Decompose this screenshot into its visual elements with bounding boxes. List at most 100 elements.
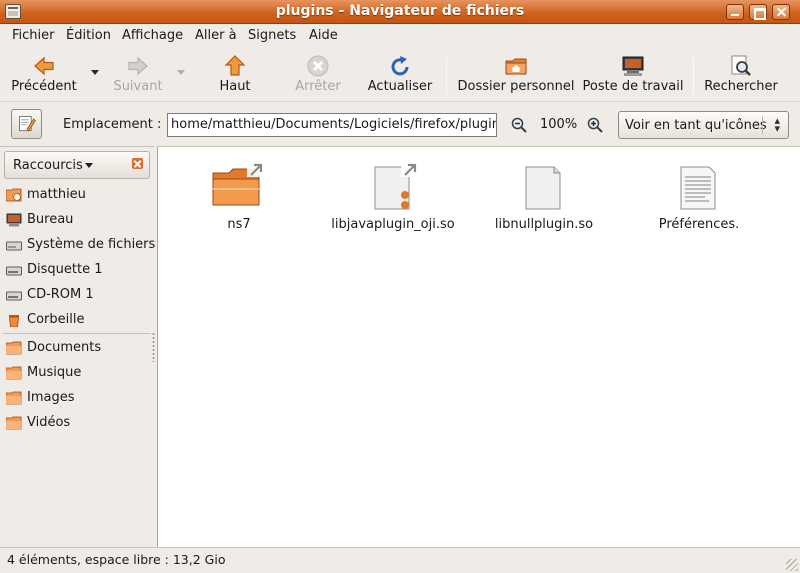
- zoom-out-icon[interactable]: [511, 117, 527, 133]
- sidebar-bookmark-images[interactable]: Images: [0, 386, 154, 410]
- search-button[interactable]: Rechercher: [703, 48, 779, 102]
- file-name: Préférences.: [658, 217, 740, 232]
- file-name: ns7: [227, 217, 251, 232]
- trash-icon: [9, 315, 19, 327]
- zoom-in-icon[interactable]: [587, 117, 603, 133]
- location-label: Emplacement :: [63, 117, 162, 132]
- file-name: libnullplugin.so: [494, 217, 594, 232]
- menu-signets[interactable]: Signets: [248, 28, 296, 43]
- reload-button[interactable]: Actualiser: [362, 48, 438, 102]
- sidebar-item-cdrom[interactable]: CD-ROM 1: [0, 283, 154, 307]
- forward-arrow-icon: [128, 56, 148, 76]
- folder-icon: [6, 341, 22, 355]
- menu-aide[interactable]: Aide: [309, 28, 338, 43]
- location-edit-toggle-button[interactable]: [11, 109, 42, 139]
- places-list: matthieu Bureau Système de fichiers Disq…: [0, 183, 156, 543]
- file-item-libnullplugin[interactable]: libnullplugin.so: [469, 151, 619, 241]
- title-bar[interactable]: plugins - Navigateur de fichiers: [0, 0, 800, 24]
- note-pencil-icon: [19, 116, 36, 132]
- forward-button[interactable]: Suivant: [103, 48, 173, 102]
- home-folder-label: Dossier personnel: [457, 79, 575, 94]
- file-icon-view[interactable]: ns7 libjavaplugin_oji.so libnullplugin.s…: [157, 146, 800, 547]
- sidebar-item-label: Bureau: [27, 212, 74, 227]
- close-window-button[interactable]: [772, 4, 790, 20]
- hard-drive-icon: [6, 241, 22, 251]
- sidebar-bookmark-videos[interactable]: Vidéos: [0, 411, 154, 435]
- stop-icon: [307, 55, 329, 77]
- zoom-level[interactable]: 100%: [540, 117, 577, 132]
- sidebar-bookmark-documents[interactable]: Documents: [0, 336, 154, 360]
- sidebar-item-label: matthieu: [27, 187, 86, 202]
- reload-label: Actualiser: [367, 79, 433, 94]
- sidebar-item-label: Musique: [27, 365, 82, 380]
- up-label: Haut: [219, 79, 251, 94]
- menu-bar: Fichier Édition Affichage Aller à Signet…: [0, 24, 800, 48]
- sidebar-item-trash[interactable]: Corbeille: [0, 308, 154, 332]
- sidebar-item-home[interactable]: matthieu: [0, 183, 154, 207]
- sidebar-item-label: Images: [27, 390, 75, 405]
- side-pane-selector[interactable]: Raccourcis: [4, 151, 150, 179]
- stop-button[interactable]: Arrêter: [288, 48, 348, 102]
- pane-resize-handle[interactable]: [152, 332, 155, 362]
- computer-button[interactable]: Poste de travail: [581, 48, 685, 102]
- folder-icon: [6, 391, 22, 405]
- location-input[interactable]: home/matthieu/Documents/Logiciels/firefo…: [167, 113, 497, 137]
- file-name: libjavaplugin_oji.so: [331, 217, 455, 232]
- select-divider: [762, 116, 763, 134]
- toolbar-separator: [446, 58, 447, 94]
- home-folder-icon: [505, 58, 527, 75]
- window-title: plugins - Navigateur de fichiers: [275, 3, 525, 19]
- maximize-button[interactable]: [749, 4, 767, 20]
- sidebar-item-label: CD-ROM 1: [27, 287, 94, 302]
- sidebar-divider: [3, 333, 151, 334]
- file-item-preferences[interactable]: Préférences.: [624, 151, 774, 241]
- back-arrow-icon: [34, 56, 54, 76]
- sidebar-item-filesystem[interactable]: Système de fichiers: [0, 233, 156, 257]
- menu-fichier[interactable]: Fichier: [12, 28, 55, 43]
- sidebar-item-label: Vidéos: [27, 415, 71, 430]
- side-pane-title: Raccourcis: [13, 158, 83, 173]
- sidebar-item-label: Disquette 1: [27, 262, 103, 277]
- back-label: Précédent: [11, 79, 77, 94]
- window-resize-grip[interactable]: [786, 559, 798, 571]
- computer-icon: [622, 56, 644, 76]
- desktop-icon: [6, 213, 22, 227]
- status-text: 4 éléments, espace libre : 13,2 Gio: [7, 552, 226, 567]
- home-folder-icon: [6, 188, 22, 202]
- toolbar-separator: [693, 58, 694, 94]
- menu-affichage[interactable]: Affichage: [122, 28, 183, 43]
- file-item-ns7[interactable]: ns7: [164, 151, 314, 241]
- sidebar-item-label: Système de fichiers: [27, 237, 156, 252]
- sidebar-item-floppy[interactable]: Disquette 1: [0, 258, 154, 282]
- location-bar: Emplacement : home/matthieu/Documents/Lo…: [0, 102, 800, 146]
- close-side-pane-icon[interactable]: [132, 158, 143, 169]
- up-down-chevron-icon: ▴ ▾: [774, 114, 780, 135]
- sidebar-item-label: Corbeille: [27, 312, 85, 327]
- folder-icon: [6, 416, 22, 430]
- view-mode-select[interactable]: Voir en tant qu'icônes ▴ ▾: [618, 111, 789, 139]
- reload-icon: [391, 56, 409, 76]
- blank-file-icon: [525, 166, 561, 210]
- file-item-libjavaplugin[interactable]: libjavaplugin_oji.so: [318, 151, 468, 241]
- search-label: Rechercher: [704, 79, 778, 94]
- library-symlink-icon: [374, 161, 419, 210]
- menu-aller-a[interactable]: Aller à: [195, 28, 237, 43]
- back-history-dropdown-icon[interactable]: [91, 70, 99, 75]
- side-pane: Raccourcis matthieu Bureau Système de fi…: [0, 146, 156, 547]
- sidebar-item-desktop[interactable]: Bureau: [0, 208, 154, 232]
- forward-label: Suivant: [113, 79, 163, 94]
- sidebar-bookmark-music[interactable]: Musique: [0, 361, 154, 385]
- status-bar: 4 éléments, espace libre : 13,2 Gio: [0, 547, 800, 573]
- up-arrow-icon: [224, 55, 246, 76]
- forward-history-dropdown-icon[interactable]: [177, 70, 185, 75]
- menu-edition[interactable]: Édition: [66, 28, 111, 43]
- folder-icon: [6, 366, 22, 380]
- folder-symlink-icon: [212, 161, 265, 206]
- minimize-button[interactable]: [726, 4, 744, 20]
- stop-label: Arrêter: [295, 79, 341, 94]
- view-mode-value: Voir en tant qu'icônes: [625, 118, 767, 133]
- back-button[interactable]: Précédent: [4, 48, 84, 102]
- sidebar-item-label: Documents: [27, 340, 102, 355]
- up-button[interactable]: Haut: [205, 48, 265, 102]
- home-folder-button[interactable]: Dossier personnel: [455, 48, 577, 102]
